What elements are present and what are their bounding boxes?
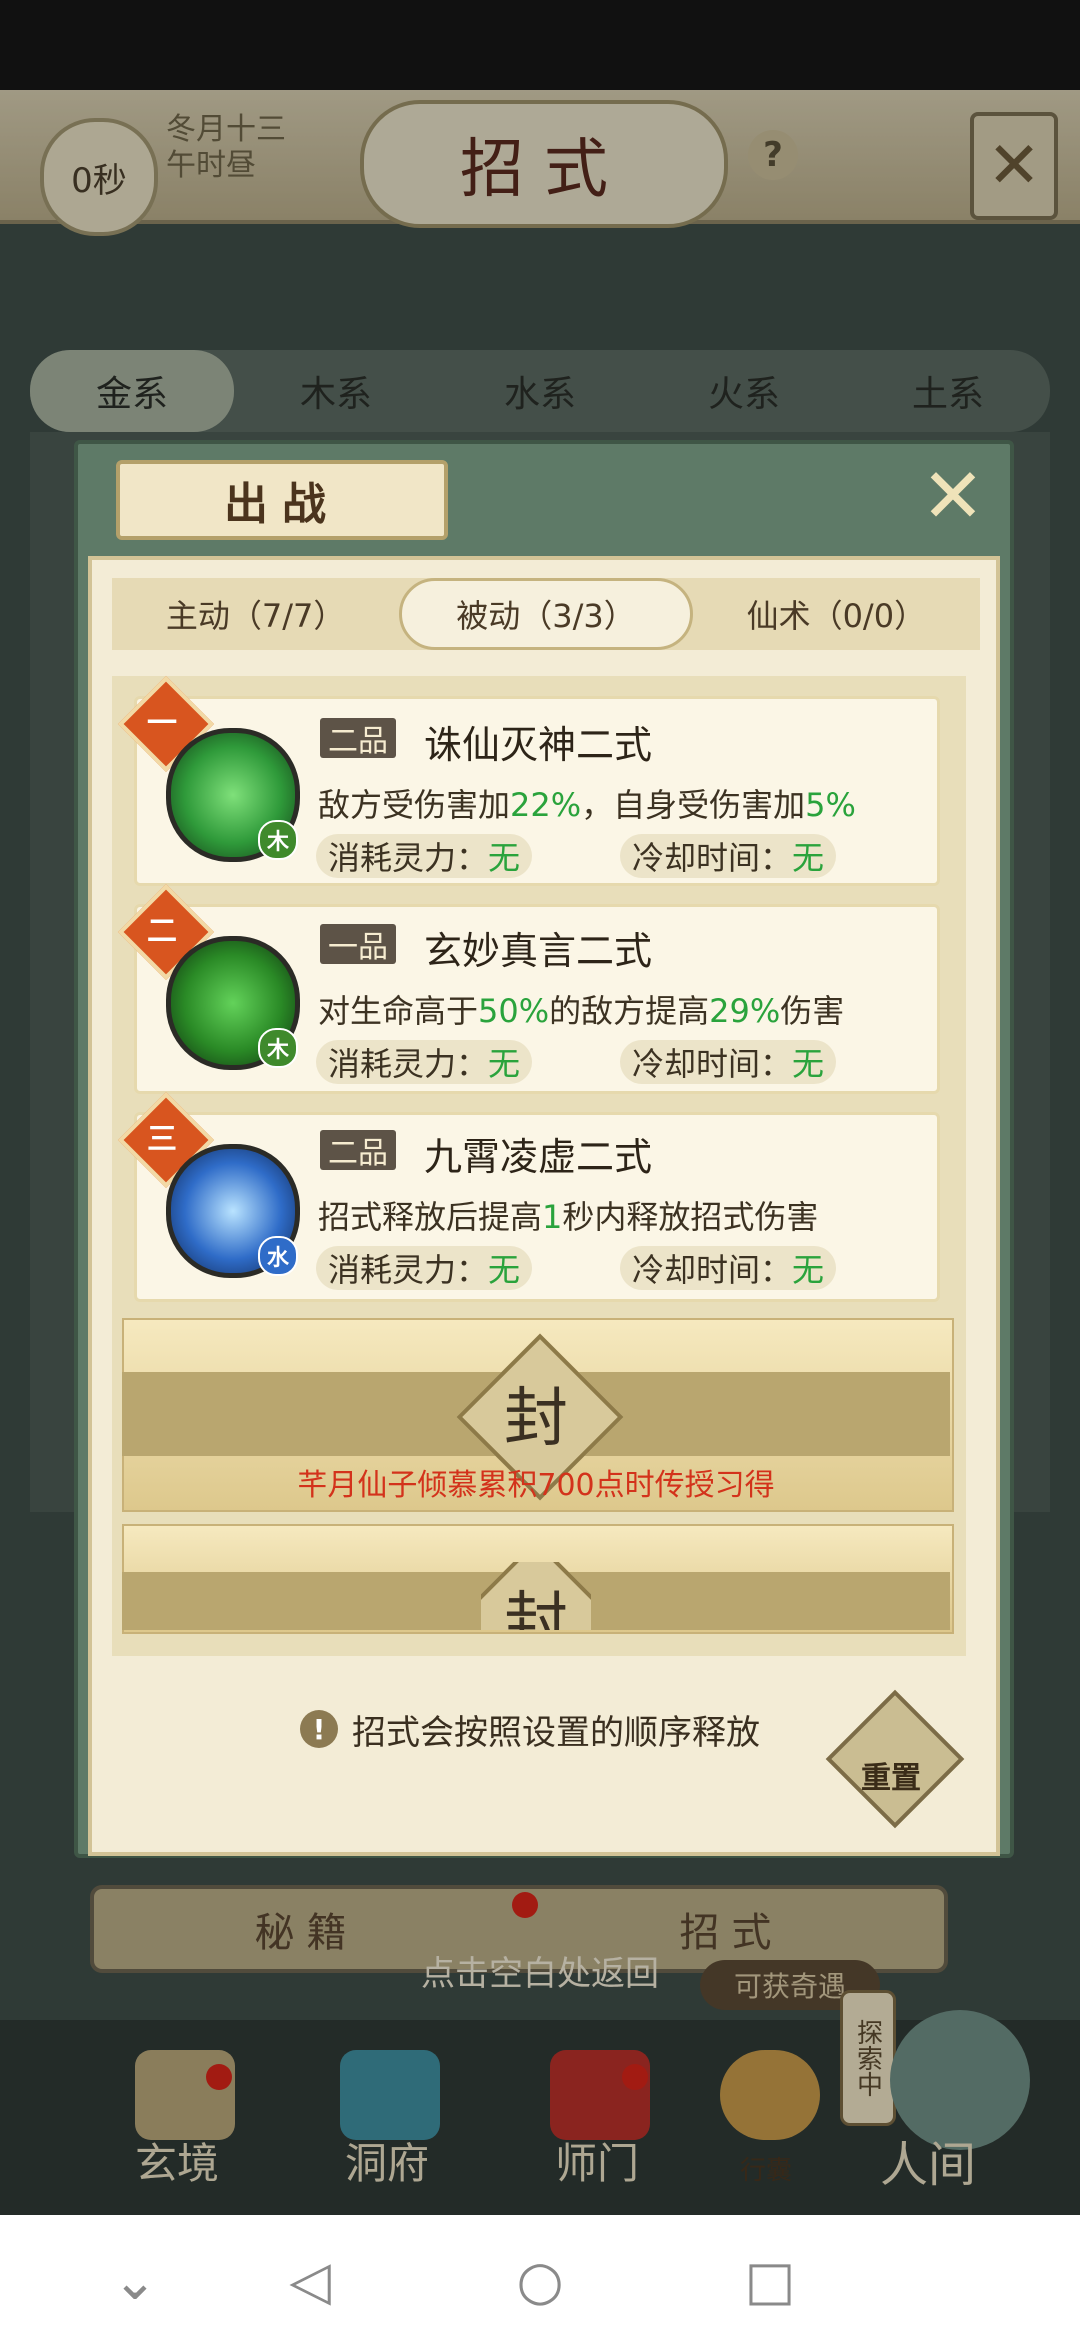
info-icon: ! <box>300 1710 338 1748</box>
element-badge: 水 <box>258 1236 298 1276</box>
cost-pill: 消耗灵力：无 <box>316 1246 533 1290</box>
cooldown-value: 无 <box>792 1251 825 1289</box>
grade-badge: 二品 <box>320 718 396 759</box>
skill-name: 九霄凌虚二式 <box>424 1135 653 1179</box>
tab-active-skills[interactable]: 主动（7/7） <box>112 578 399 650</box>
seal-glyph: 封 <box>504 1382 568 1456</box>
cost-value: 无 <box>488 1045 521 1083</box>
cooldown-label: 冷却时间： <box>632 1045 793 1083</box>
chevron-down-icon[interactable]: ⌄ <box>100 2245 170 2315</box>
skill-name: 诛仙灭神二式 <box>424 723 653 767</box>
rank-number: 二 <box>147 914 177 949</box>
cost-pill: 消耗灵力：无 <box>316 834 533 878</box>
cooldown-pill: 冷却时间：无 <box>620 834 837 878</box>
grade-badge: 一品 <box>320 924 396 965</box>
desc-text: 的敌方提高 <box>549 992 710 1030</box>
desc-text: 招式释放后提高 <box>318 1198 543 1236</box>
skill-type-tabs: 主动（7/7） 被动（3/3） 仙术（0/0） <box>112 578 980 650</box>
cost-label: 消耗灵力： <box>328 1251 489 1289</box>
tip-text: 招式会按照设置的顺序释放 <box>352 1712 760 1753</box>
desc-value: 5% <box>805 786 856 824</box>
modal-close-icon[interactable]: ✕ <box>918 451 988 540</box>
tab-passive-skills[interactable]: 被动（3/3） <box>399 578 693 650</box>
home-icon[interactable]: ○ <box>505 2245 575 2315</box>
desc-text: ，自身受伤害加 <box>581 786 806 824</box>
rank-number: 三 <box>147 1122 177 1157</box>
grade-badge: 二品 <box>320 1130 396 1171</box>
desc-text: 对生命高于 <box>318 992 479 1030</box>
cost-label: 消耗灵力： <box>328 839 489 877</box>
tab-immortal-arts[interactable]: 仙术（0/0） <box>693 578 980 650</box>
desc-text: 敌方受伤害加 <box>318 786 511 824</box>
skill-name: 玄妙真言二式 <box>424 929 653 973</box>
desc-value: 22% <box>510 786 582 824</box>
status-bar-area <box>0 0 1080 90</box>
seal-glyph: 封 <box>504 1586 568 1630</box>
desc-value: 1 <box>542 1198 563 1236</box>
cooldown-pill: 冷却时间：无 <box>620 1246 837 1290</box>
skill-description: 招式释放后提高1秒内释放招式伤害 <box>318 1192 818 1238</box>
modal-title: 出战 <box>116 460 448 540</box>
element-badge: 木 <box>258 820 298 860</box>
cost-value: 无 <box>488 839 521 877</box>
cooldown-label: 冷却时间： <box>632 839 793 877</box>
unlock-condition: 芊月仙子倾慕累积700点时传授习得 <box>297 1468 775 1503</box>
reset-button[interactable]: 重置 <box>846 1750 936 1800</box>
cost-pill: 消耗灵力：无 <box>316 1040 533 1084</box>
skill-description: 对生命高于50%的敌方提高29%伤害 <box>318 986 844 1032</box>
desc-value: 29% <box>709 992 781 1030</box>
seal-clip: 封 <box>481 1562 591 1630</box>
cooldown-value: 无 <box>792 1045 825 1083</box>
desc-text: 伤害 <box>780 992 845 1030</box>
cooldown-value: 无 <box>792 839 825 877</box>
skill-description: 敌方受伤害加22%，自身受伤害加5% <box>318 780 856 826</box>
recents-icon[interactable]: □ <box>735 2245 805 2315</box>
desc-text: 秒内释放招式伤害 <box>562 1198 819 1236</box>
cost-label: 消耗灵力： <box>328 1045 489 1083</box>
cost-value: 无 <box>488 1251 521 1289</box>
cooldown-pill: 冷却时间：无 <box>620 1040 837 1084</box>
order-tip: ! 招式会按照设置的顺序释放 <box>300 1704 800 1754</box>
cooldown-label: 冷却时间： <box>632 1251 793 1289</box>
element-badge: 木 <box>258 1028 298 1068</box>
back-icon[interactable]: ◁ <box>275 2245 345 2315</box>
desc-value: 50% <box>478 992 550 1030</box>
rank-number: 一 <box>147 706 177 741</box>
